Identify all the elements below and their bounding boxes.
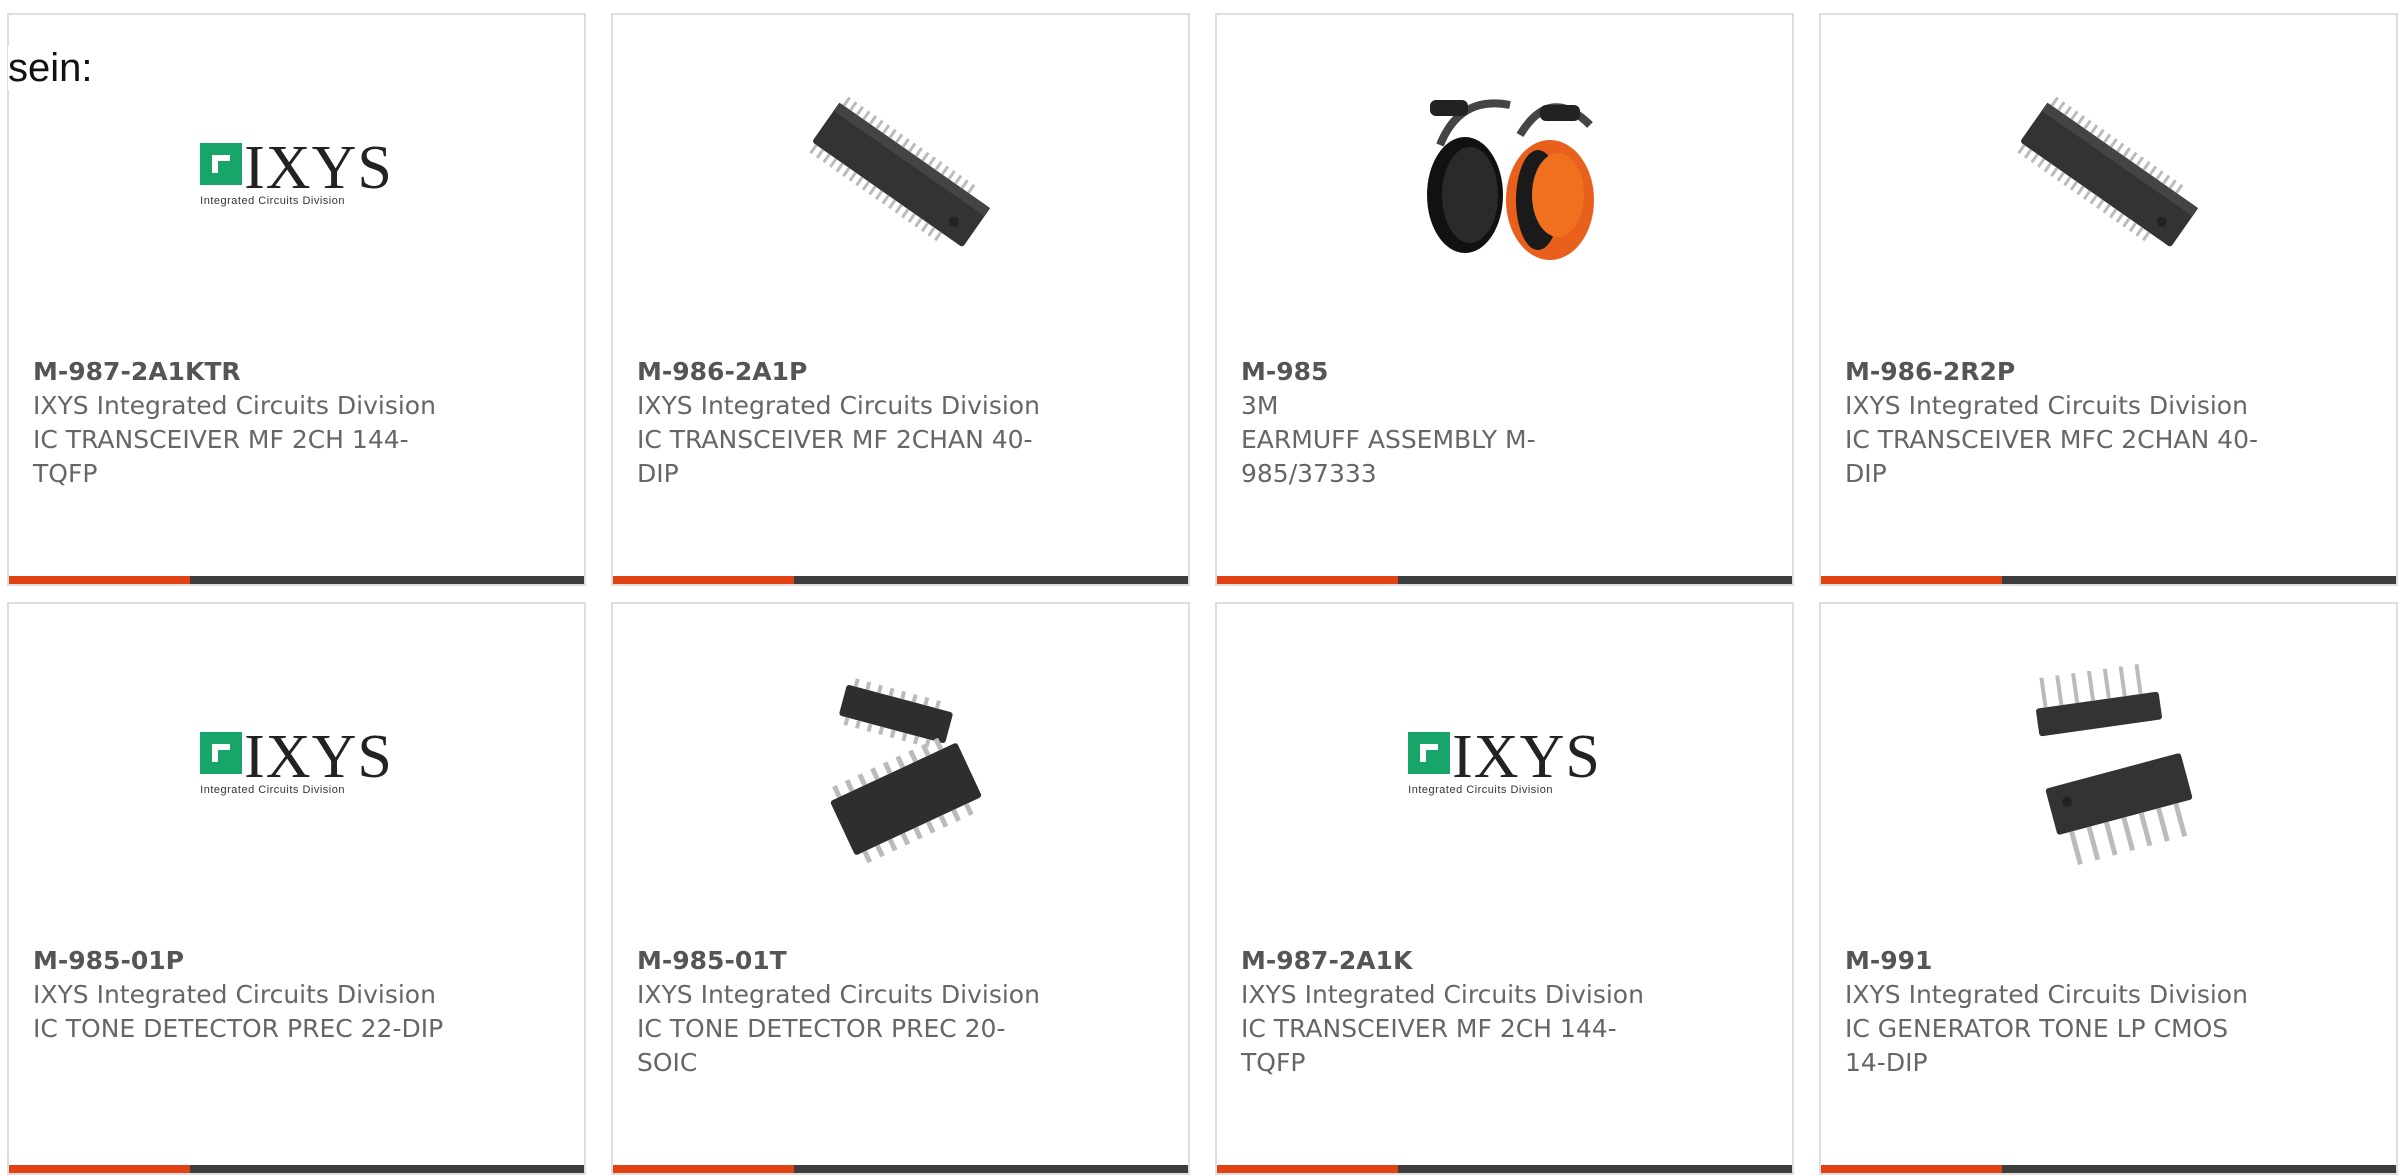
ixys-logo: IXYS Integrated Circuits Division	[200, 723, 393, 796]
description: IC TRANSCEIVER MF 2CH 144-TQFP	[33, 425, 409, 488]
part-number[interactable]: M-985-01T	[637, 944, 1057, 978]
description: IC TRANSCEIVER MFC 2CHAN 40-DIP	[1845, 425, 2259, 488]
ixys-logo-text: IXYS	[244, 134, 393, 202]
manufacturer: IXYS Integrated Circuits Division	[33, 980, 436, 1009]
ixys-logo-tagline: Integrated Circuits Division	[1408, 784, 1553, 796]
product-image-earmuff	[1217, 15, 1792, 335]
manufacturer: IXYS Integrated Circuits Division	[1845, 391, 2248, 420]
product-image-ixys-logo: IXYS Integrated Circuits Division	[9, 15, 584, 335]
card-bottom-bar	[9, 576, 584, 584]
manufacturer: IXYS Integrated Circuits Division	[637, 980, 1040, 1009]
description: IC TONE DETECTOR PREC 20-SOIC	[637, 1014, 1006, 1077]
description: IC TRANSCEIVER MF 2CH 144-TQFP	[1241, 1014, 1617, 1077]
product-image-dip-40-chip	[1821, 15, 2396, 335]
ixys-logo-text: IXYS	[244, 723, 393, 791]
card-bottom-bar	[613, 576, 1188, 584]
part-number[interactable]: M-985-01P	[33, 944, 453, 978]
dip-14-chip-icon	[2035, 664, 2192, 866]
part-number[interactable]: M-987-2A1KTR	[33, 355, 453, 389]
manufacturer: IXYS Integrated Circuits Division	[1241, 980, 1644, 1009]
ixys-logo-text: IXYS	[1452, 723, 1601, 791]
card-bottom-bar	[1217, 1165, 1792, 1173]
card-bottom-bar	[1217, 576, 1792, 584]
soic-chip-icon	[830, 678, 981, 864]
manufacturer: IXYS Integrated Circuits Division	[637, 391, 1040, 420]
dip-chip-icon	[2016, 96, 2198, 247]
description: IC TRANSCEIVER MF 2CHAN 40-DIP	[637, 425, 1033, 488]
product-image-ixys-logo: IXYS Integrated Circuits Division	[9, 604, 584, 924]
product-card[interactable]: IXYS Integrated Circuits Division M-985-…	[7, 602, 586, 1175]
description: IC TONE DETECTOR PREC 22-DIP	[33, 1014, 444, 1043]
part-number[interactable]: M-986-2A1P	[637, 355, 1057, 389]
manufacturer: IXYS Integrated Circuits Division	[1845, 980, 2248, 1009]
card-bottom-bar	[1821, 576, 2396, 584]
product-image-dip-40-chip	[613, 15, 1188, 335]
description: EARMUFF ASSEMBLY M-985/37333	[1241, 425, 1536, 488]
product-card[interactable]: M-985 3M EARMUFF ASSEMBLY M-985/37333	[1215, 13, 1794, 586]
product-card[interactable]: IXYS Integrated Circuits Division M-987-…	[7, 13, 586, 586]
ixys-logo: IXYS Integrated Circuits Division	[1408, 723, 1601, 796]
ixys-logo: IXYS Integrated Circuits Division	[200, 134, 393, 207]
product-image-ixys-logo: IXYS Integrated Circuits Division	[1217, 604, 1792, 924]
card-bottom-bar	[613, 1165, 1188, 1173]
dip-chip-icon	[808, 96, 990, 247]
part-number[interactable]: M-986-2R2P	[1845, 355, 2265, 389]
ixys-logo-mark	[1408, 732, 1451, 774]
part-number[interactable]: M-991	[1845, 944, 2265, 978]
product-card[interactable]: M-986-2A1P IXYS Integrated Circuits Divi…	[611, 13, 1190, 586]
product-card[interactable]: M-986-2R2P IXYS Integrated Circuits Divi…	[1819, 13, 2398, 586]
product-image-dip-14-chips	[1821, 604, 2396, 924]
card-bottom-bar	[1821, 1165, 2396, 1173]
product-image-soic-chips	[613, 604, 1188, 924]
ixys-logo-mark	[200, 732, 243, 774]
product-card[interactable]: IXYS Integrated Circuits Division M-987-…	[1215, 602, 1794, 1175]
product-card[interactable]: M-985-01T IXYS Integrated Circuits Divis…	[611, 602, 1190, 1175]
manufacturer: IXYS Integrated Circuits Division	[33, 391, 436, 420]
ixys-logo-mark	[200, 143, 243, 185]
part-number[interactable]: M-985	[1241, 355, 1661, 389]
part-number[interactable]: M-987-2A1K	[1241, 944, 1661, 978]
product-card[interactable]: M-991 IXYS Integrated Circuits Division …	[1819, 602, 2398, 1175]
intro-text: sein:	[8, 46, 95, 90]
ixys-logo-tagline: Integrated Circuits Division	[200, 195, 345, 207]
card-bottom-bar	[9, 1165, 584, 1173]
earmuff-icon	[1426, 99, 1594, 260]
ixys-logo-tagline: Integrated Circuits Division	[200, 784, 345, 796]
product-grid: IXYS Integrated Circuits Division M-987-…	[0, 0, 2400, 1175]
manufacturer: 3M	[1241, 391, 1279, 420]
description: IC GENERATOR TONE LP CMOS 14-DIP	[1845, 1014, 2229, 1077]
